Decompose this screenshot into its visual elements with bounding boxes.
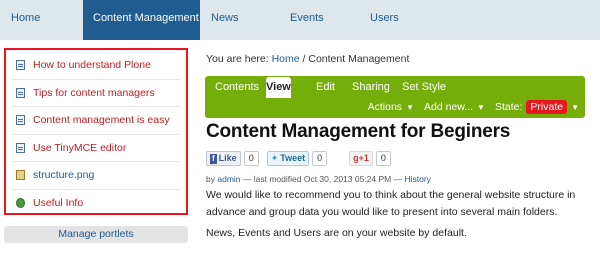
add-new-label: Add new...	[423, 101, 474, 113]
breadcrumb-current: Content Management	[308, 53, 410, 65]
top-navigation: Home Content Management News Events User…	[0, 0, 600, 40]
facebook-like-button[interactable]: f Like	[206, 151, 241, 166]
nav-home[interactable]: Home	[0, 0, 83, 40]
portlet-item-label: Content management is easy	[33, 114, 170, 127]
portlet-item[interactable]: structure.png	[12, 162, 180, 190]
byline-modified: — last modified Oct 30, 2013 05:24 PM —	[242, 174, 403, 184]
chevron-down-icon: ▼	[571, 102, 579, 112]
manage-portlets-button[interactable]: Manage portlets	[4, 226, 188, 243]
history-link[interactable]: History	[404, 174, 430, 184]
breadcrumb-home-link[interactable]: Home	[272, 53, 300, 65]
page-title: Content Management for Beginers	[206, 121, 511, 142]
portlet-item-label: Tips for content managers	[33, 86, 155, 99]
tweet-label: Tweet	[280, 153, 306, 163]
edit-bar: Contents View Edit Sharing Set Style Act…	[205, 76, 585, 118]
google-plus-button[interactable]: g +1	[349, 151, 373, 166]
author-link[interactable]: admin	[217, 174, 240, 184]
nav-content-management[interactable]: Content Management	[83, 0, 200, 40]
chevron-down-icon: ▼	[477, 102, 485, 112]
portlet-item[interactable]: Use TinyMCE editor	[12, 135, 180, 162]
nav-news[interactable]: News	[200, 0, 280, 40]
state-menu[interactable]: State: Private ▼	[495, 100, 579, 114]
actions-menu[interactable]: Actions ▼	[368, 101, 414, 113]
like-label: Like	[218, 153, 237, 163]
state-label: State:	[494, 101, 523, 113]
portlet-item-label: Use TinyMCE editor	[33, 141, 127, 154]
breadcrumb-separator: /	[302, 53, 306, 65]
navigation-portlet: How to understand Plone Tips for content…	[4, 48, 188, 215]
tweet-button[interactable]: ✦ Tweet	[266, 151, 310, 166]
state-badge: Private	[526, 100, 568, 114]
portlet-item[interactable]: Tips for content managers	[12, 80, 180, 107]
nav-events[interactable]: Events	[280, 0, 360, 40]
portlet-item[interactable]: How to understand Plone	[12, 52, 180, 80]
link-icon	[16, 198, 25, 209]
body-paragraph-1: We would like to recommend you to think …	[206, 189, 576, 218]
nav-users[interactable]: Users	[360, 0, 460, 40]
tab-sharing[interactable]: Sharing	[352, 76, 390, 93]
byline-by: by	[206, 174, 215, 184]
gplus-label: +1	[358, 153, 369, 163]
content-actions: Actions ▼ Add new... ▼ State: Private ▼	[358, 98, 579, 116]
chevron-down-icon: ▼	[406, 102, 414, 112]
document-byline: by admin — last modified Oct 30, 2013 05…	[206, 174, 431, 184]
tab-contents[interactable]: Contents	[215, 76, 259, 93]
add-new-menu[interactable]: Add new... ▼	[424, 101, 485, 113]
document-icon	[16, 87, 25, 98]
portlet-item-label: Useful Info	[33, 197, 84, 210]
image-icon	[16, 170, 25, 181]
gplus-count: 0	[375, 151, 391, 166]
body-paragraph-2: News, Events and Users are on your websi…	[206, 227, 467, 239]
facebook-icon: f	[210, 153, 217, 164]
document-icon	[16, 142, 25, 153]
document-icon	[16, 60, 25, 71]
actions-label: Actions	[367, 101, 403, 113]
portlet-item[interactable]: Useful Info	[12, 190, 180, 218]
portlet-item-label: How to understand Plone	[33, 59, 151, 72]
portlet-item-label: structure.png	[33, 169, 95, 182]
tab-view[interactable]: View	[266, 77, 291, 98]
document-icon	[16, 115, 25, 126]
social-buttons: f Like 0 ✦ Tweet 0 g +1 0	[206, 151, 391, 166]
tweet-count: 0	[312, 151, 328, 166]
breadcrumb-prefix: You are here:	[206, 53, 269, 65]
twitter-icon: ✦	[270, 153, 279, 163]
portlet-item[interactable]: Content management is easy	[12, 107, 180, 135]
tab-set-style[interactable]: Set Style	[402, 76, 446, 93]
like-count: 0	[243, 151, 259, 166]
breadcrumb: You are here: Home / Content Management	[206, 53, 409, 65]
tab-edit[interactable]: Edit	[316, 76, 335, 93]
